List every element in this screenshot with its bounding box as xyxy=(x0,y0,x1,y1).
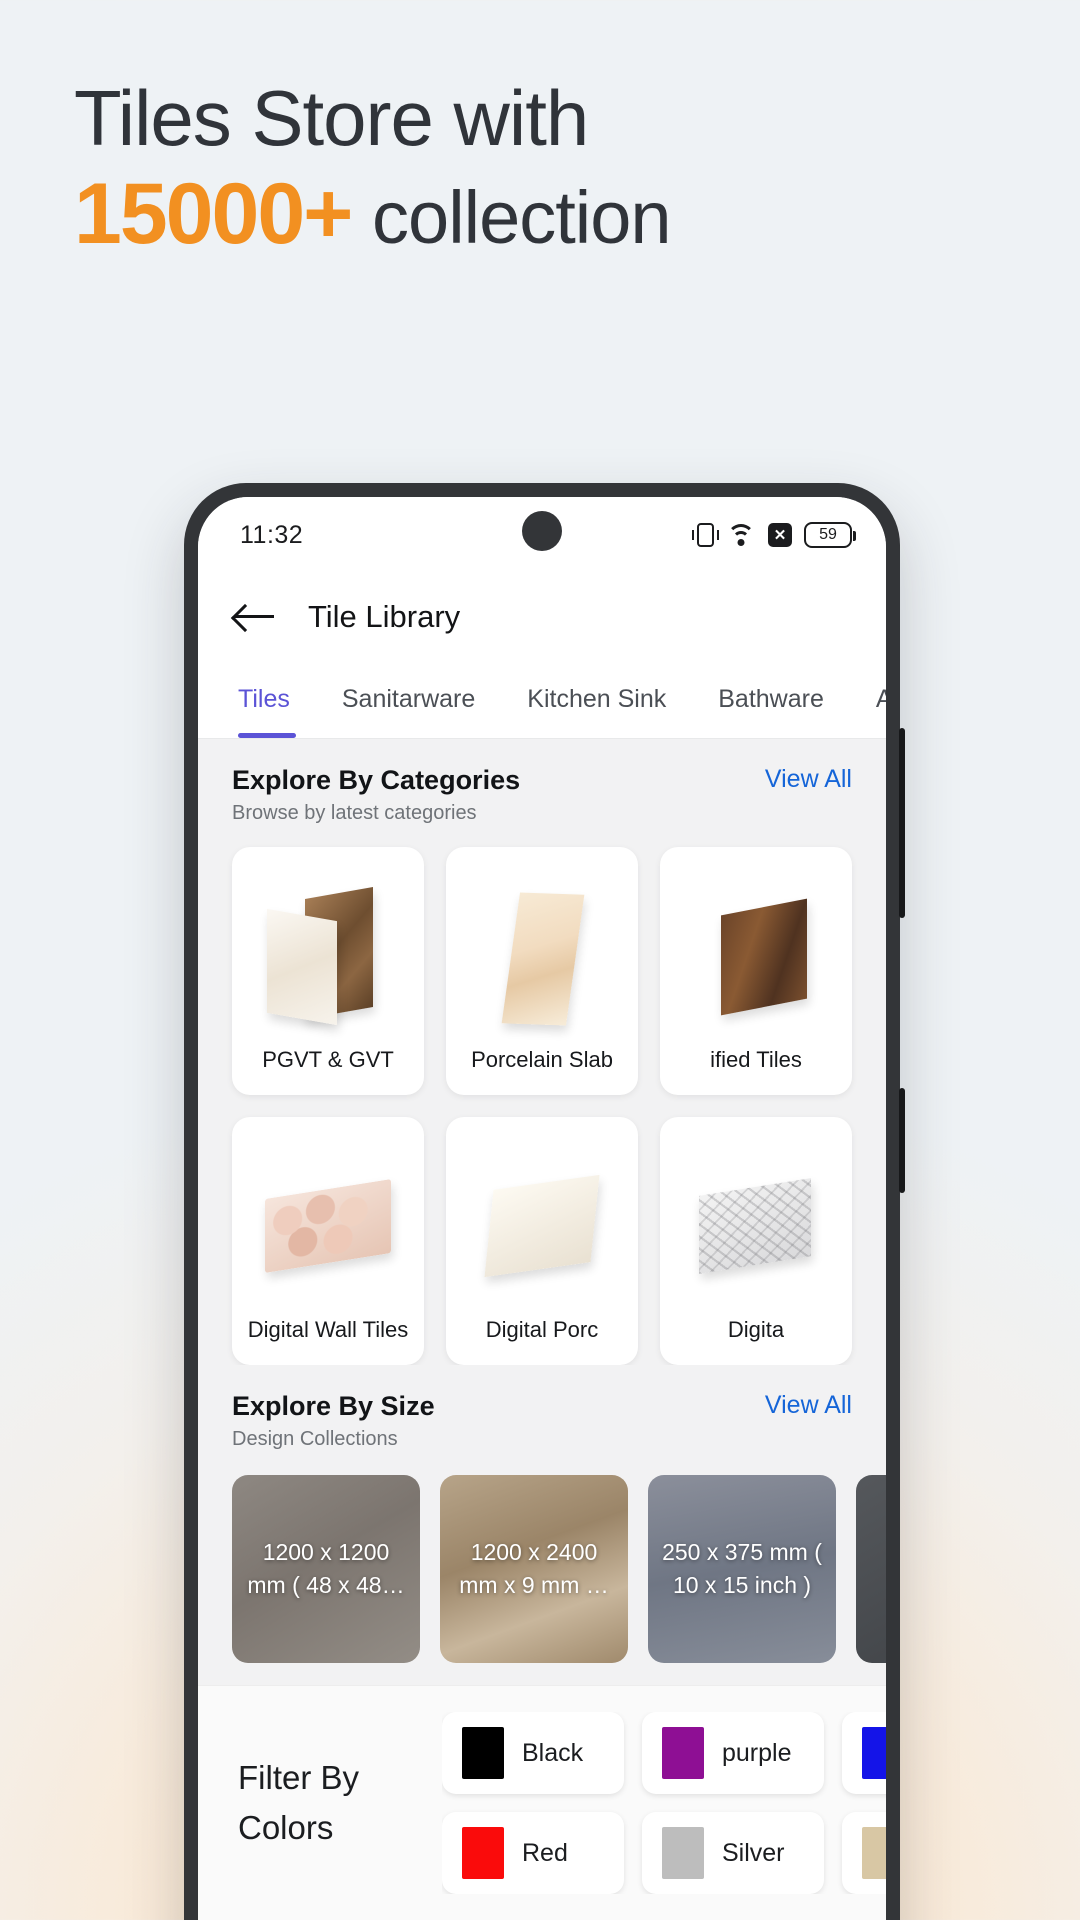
category-thumbnail xyxy=(240,1139,416,1317)
phone-power-button[interactable] xyxy=(899,1088,905,1193)
categories-title: Explore By Categories xyxy=(232,765,521,795)
categories-section-header: Explore By Categories Browse by latest c… xyxy=(198,739,886,841)
promo-headline: Tiles Store with 15000+ collection xyxy=(74,72,974,268)
color-chip[interactable]: Blu xyxy=(842,1712,886,1794)
size-subtitle: Design Collections xyxy=(232,1428,398,1450)
size-card[interactable]: 250 x 375 mm ( 10 x 15 inch ) xyxy=(648,1475,836,1663)
category-label: Digital Wall Tiles xyxy=(247,1317,409,1342)
color-name: purple xyxy=(722,1738,792,1767)
size-section-header: Explore By Size Design Collections View … xyxy=(198,1365,886,1467)
color-name: Silver xyxy=(722,1838,785,1867)
color-name: Black xyxy=(522,1738,584,1767)
phone-mockup: 11:32 ✕ 59 Tile Library Tiles Sanitarwar… xyxy=(184,483,905,1920)
category-label: Digita xyxy=(727,1317,785,1342)
phone-screen: 11:32 ✕ 59 Tile Library Tiles Sanitarwar… xyxy=(198,497,886,1920)
category-label: PGVT & GVT xyxy=(262,1047,394,1072)
color-swatch-icon xyxy=(862,1727,886,1779)
category-label: ified Tiles xyxy=(710,1047,802,1072)
page-title: Tile Library xyxy=(308,599,461,634)
category-card[interactable]: Digital Porc xyxy=(446,1117,638,1365)
filter-by-colors-title: Filter By Colors xyxy=(238,1759,360,1846)
category-card[interactable]: Porcelain Slab xyxy=(446,847,638,1095)
status-icons: ✕ 59 xyxy=(692,522,856,548)
size-title: Explore By Size xyxy=(232,1391,435,1421)
promo-line-1: Tiles Store with xyxy=(74,74,589,162)
no-sim-icon: ✕ xyxy=(768,523,792,547)
categories-grid: PGVT & GVT Porcelain Slab ified Tiles Di… xyxy=(198,841,886,1365)
color-chip[interactable]: Red xyxy=(442,1812,624,1894)
category-thumbnail xyxy=(668,1139,844,1317)
tab-sanitarware[interactable]: Sanitarware xyxy=(316,661,501,738)
promo-collection-word: collection xyxy=(372,176,672,259)
category-tab-bar[interactable]: Tiles Sanitarware Kitchen Sink Bathware … xyxy=(198,661,886,739)
size-card[interactable] xyxy=(856,1475,886,1663)
color-swatch-icon xyxy=(662,1727,704,1779)
color-name: Red xyxy=(522,1838,568,1867)
category-thumbnail xyxy=(240,869,416,1047)
color-swatch-icon xyxy=(862,1827,886,1879)
color-chip[interactable]: Silver xyxy=(642,1812,824,1894)
tab-bathware[interactable]: Bathware xyxy=(692,661,850,738)
category-thumbnail xyxy=(454,869,630,1047)
color-chip-grid: Black purple Blu Red xyxy=(442,1712,886,1894)
category-thumbnail xyxy=(454,1139,630,1317)
status-bar: 11:32 ✕ 59 xyxy=(198,497,886,573)
tab-adhesive[interactable]: Adhesive xyxy=(850,661,886,738)
size-card[interactable]: 1200 x 2400 mm x 9 mm … xyxy=(440,1475,628,1663)
color-chip[interactable]: Black xyxy=(442,1712,624,1794)
color-swatch-icon xyxy=(462,1727,504,1779)
category-card[interactable]: Digita xyxy=(660,1117,852,1365)
vibrate-icon xyxy=(692,523,719,547)
category-card[interactable]: Digital Wall Tiles xyxy=(232,1117,424,1365)
categories-subtitle: Browse by latest categories xyxy=(232,802,477,824)
size-card-row[interactable]: 1200 x 1200 mm ( 48 x 48… 1200 x 2400 mm… xyxy=(198,1467,886,1685)
screen-content: Explore By Categories Browse by latest c… xyxy=(198,739,886,1920)
battery-icon: 59 xyxy=(804,522,856,548)
promo-count: 15000+ xyxy=(74,166,353,262)
category-card[interactable]: PGVT & GVT xyxy=(232,847,424,1095)
size-card[interactable]: 1200 x 1200 mm ( 48 x 48… xyxy=(232,1475,420,1663)
category-thumbnail xyxy=(668,869,844,1047)
tab-tiles[interactable]: Tiles xyxy=(232,661,316,738)
tab-kitchen-sink[interactable]: Kitchen Sink xyxy=(501,661,692,738)
color-swatch-icon xyxy=(662,1827,704,1879)
app-bar: Tile Library xyxy=(198,573,886,661)
color-swatch-icon xyxy=(462,1827,504,1879)
wifi-icon xyxy=(726,523,756,547)
color-chip[interactable]: purple xyxy=(642,1712,824,1794)
back-arrow-icon[interactable] xyxy=(234,602,274,632)
category-label: Porcelain Slab xyxy=(471,1047,613,1072)
front-camera-punchhole xyxy=(522,511,562,551)
categories-view-all-link[interactable]: View All xyxy=(765,765,852,794)
filter-by-colors-section: Filter By Colors Black purple Blu xyxy=(198,1685,886,1920)
color-chip[interactable]: Lig xyxy=(842,1812,886,1894)
category-card[interactable]: ified Tiles xyxy=(660,847,852,1095)
status-time: 11:32 xyxy=(240,520,304,549)
promo-line-2: 15000+ collection xyxy=(74,164,974,268)
size-view-all-link[interactable]: View All xyxy=(765,1391,852,1420)
category-label: Digital Porc xyxy=(485,1317,599,1342)
phone-volume-button[interactable] xyxy=(899,728,905,918)
